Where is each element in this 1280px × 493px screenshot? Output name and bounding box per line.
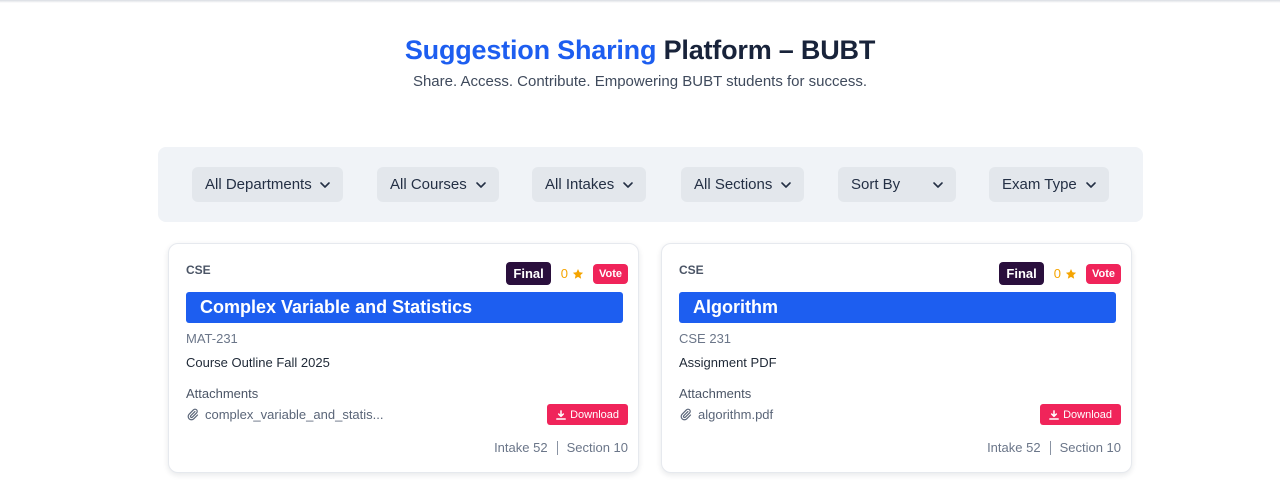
- intake-label: Intake 52: [987, 440, 1041, 455]
- card-title: Complex Variable and Statistics: [186, 292, 623, 323]
- section-label: Section 10: [1059, 440, 1121, 455]
- section-filter-label: All Sections: [694, 176, 773, 193]
- attachment-filename[interactable]: algorithm.pdf: [698, 407, 773, 422]
- card-badges: Final 0 Vote: [506, 262, 628, 285]
- paperclip-icon: [187, 408, 199, 421]
- exam-type-badge: Final: [506, 262, 551, 285]
- exam-type-filter-label: Exam Type: [1002, 176, 1077, 193]
- card-department: CSE: [679, 263, 704, 277]
- card-title: Algorithm: [679, 292, 1116, 323]
- page-header: Suggestion Sharing Platform – BUBT Share…: [0, 30, 1280, 92]
- filter-bar: All Departments All Courses All Intakes …: [158, 147, 1143, 222]
- attachment-filename[interactable]: complex_variable_and_statis...: [205, 407, 384, 422]
- sort-by-select[interactable]: Sort By: [838, 167, 956, 202]
- page-title: Suggestion Sharing Platform – BUBT: [0, 30, 1280, 70]
- card-description: Assignment PDF: [679, 355, 777, 370]
- paperclip-icon: [680, 408, 692, 421]
- card-description: Course Outline Fall 2025: [186, 355, 330, 370]
- vote-button[interactable]: Vote: [592, 263, 628, 284]
- sort-by-label: Sort By: [851, 176, 901, 193]
- chevron-down-icon: [476, 181, 486, 188]
- course-code: MAT-231: [186, 331, 238, 346]
- title-accent: Suggestion Sharing: [404, 35, 657, 65]
- divider: [1049, 440, 1051, 455]
- download-button[interactable]: Download: [1040, 404, 1121, 425]
- exam-type-filter[interactable]: Exam Type: [989, 167, 1109, 202]
- exam-type-badge: Final: [999, 262, 1044, 285]
- rating-value: 0: [1053, 266, 1061, 281]
- vote-button[interactable]: Vote: [1085, 263, 1121, 284]
- chevron-down-icon: [320, 181, 330, 188]
- chevron-down-icon: [781, 181, 791, 188]
- divider: [556, 440, 558, 455]
- attachments-label: Attachments: [186, 386, 259, 401]
- intake-label: Intake 52: [494, 440, 548, 455]
- intake-filter[interactable]: All Intakes: [532, 167, 646, 202]
- star-icon: [1065, 268, 1077, 279]
- card-meta: Intake 52 Section 10: [494, 440, 628, 455]
- download-label: Download: [1063, 408, 1112, 421]
- download-icon: [556, 409, 566, 420]
- attachment-item[interactable]: algorithm.pdf: [679, 407, 773, 422]
- suggestion-card: CSE Final 0 Vote Complex Variable and St…: [168, 243, 639, 473]
- download-label: Download: [570, 408, 619, 421]
- department-filter-label: All Departments: [205, 176, 312, 193]
- intake-filter-label: All Intakes: [545, 176, 615, 193]
- top-shadow: [0, 0, 1280, 3]
- course-filter-label: All Courses: [390, 176, 467, 193]
- course-filter[interactable]: All Courses: [377, 167, 499, 202]
- attachment-item[interactable]: complex_variable_and_statis...: [186, 407, 384, 422]
- chevron-down-icon: [933, 181, 943, 188]
- rating: 0: [561, 266, 584, 281]
- suggestion-card: CSE Final 0 Vote Algorithm CSE 231 Assig…: [661, 243, 1132, 473]
- download-icon: [1049, 409, 1059, 420]
- chevron-down-icon: [1086, 181, 1096, 188]
- rating-value: 0: [560, 266, 568, 281]
- title-rest: Platform – BUBT: [663, 35, 876, 65]
- course-code: CSE 231: [679, 331, 732, 346]
- page-subtitle: Share. Access. Contribute. Empowering BU…: [412, 73, 868, 90]
- section-label: Section 10: [566, 440, 628, 455]
- attachments-label: Attachments: [679, 386, 752, 401]
- star-icon: [572, 268, 584, 279]
- card-meta: Intake 52 Section 10: [987, 440, 1121, 455]
- card-department: CSE: [186, 263, 211, 277]
- department-filter[interactable]: All Departments: [192, 167, 343, 202]
- card-badges: Final 0 Vote: [999, 262, 1121, 285]
- rating: 0: [1054, 266, 1077, 281]
- download-button[interactable]: Download: [547, 404, 628, 425]
- chevron-down-icon: [623, 181, 633, 188]
- section-filter[interactable]: All Sections: [681, 167, 804, 202]
